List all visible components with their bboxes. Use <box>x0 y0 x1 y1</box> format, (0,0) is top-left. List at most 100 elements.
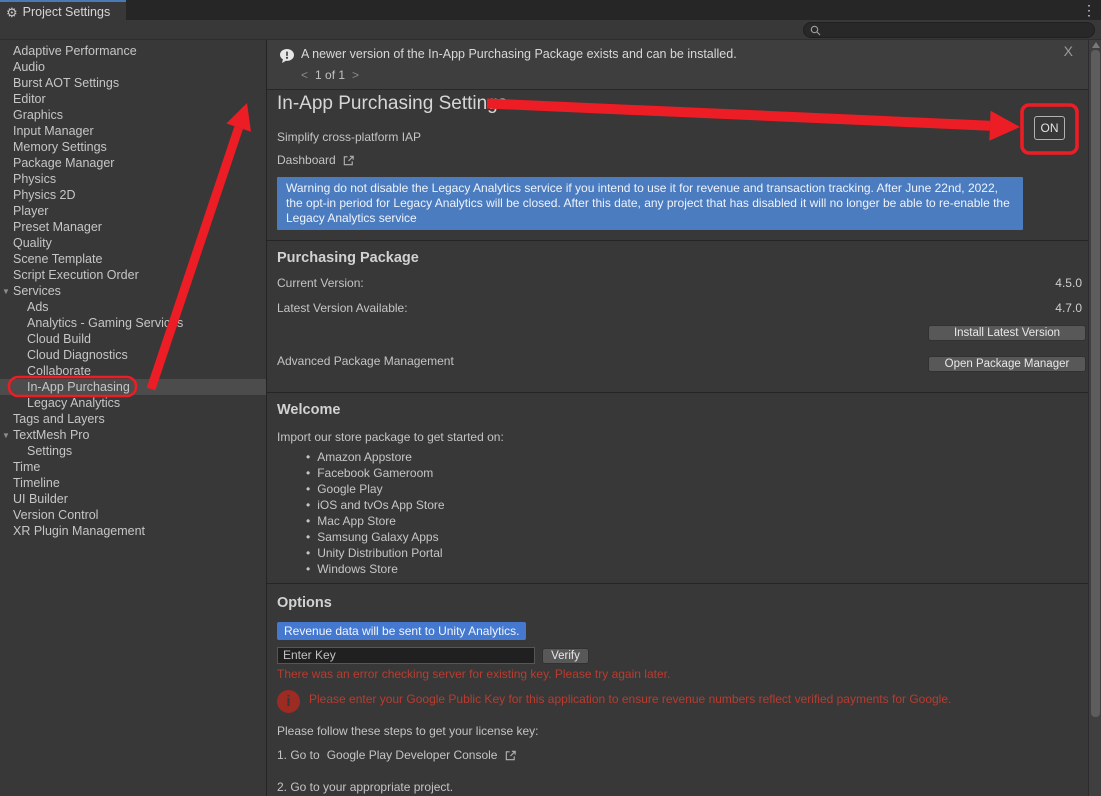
sidebar-item-label: Input Manager <box>13 124 94 138</box>
sidebar-item-textmesh-pro[interactable]: ▼TextMesh Pro <box>0 427 266 443</box>
sidebar-item-preset-manager[interactable]: Preset Manager <box>0 219 266 235</box>
google-public-key-note: Please enter your Google Public Key for … <box>309 692 951 706</box>
store-name: Facebook Gameroom <box>317 466 433 480</box>
settings-panel: A newer version of the In-App Purchasing… <box>267 40 1088 796</box>
close-icon[interactable]: X <box>1064 43 1073 59</box>
sidebar-item-label: Services <box>13 284 61 298</box>
sidebar-item-time[interactable]: Time <box>0 459 266 475</box>
bullet-icon: • <box>306 546 310 560</box>
sidebar-item-xr-plugin-management[interactable]: XR Plugin Management <box>0 523 266 539</box>
bullet-icon: • <box>306 450 310 464</box>
sidebar-item-memory-settings[interactable]: Memory Settings <box>0 139 266 155</box>
sidebar-item-collaborate[interactable]: Collaborate <box>0 363 266 379</box>
vertical-scrollbar[interactable] <box>1088 40 1101 796</box>
search-box[interactable] <box>803 22 1095 38</box>
bullet-icon: • <box>306 530 310 544</box>
sidebar-item-physics-2d[interactable]: Physics 2D <box>0 187 266 203</box>
titlebar: ⚙ Project Settings ⋮ <box>0 0 1101 20</box>
sidebar-item-editor[interactable]: Editor <box>0 91 266 107</box>
legacy-analytics-warning: Warning do not disable the Legacy Analyt… <box>277 177 1023 230</box>
dashboard-link[interactable]: Dashboard <box>277 153 355 167</box>
sidebar: Adaptive Performance Audio Burst AOT Setti… <box>0 40 267 796</box>
sidebar-item-label: Analytics - Gaming Services <box>27 316 183 330</box>
sidebar-item-label: Cloud Build <box>27 332 91 346</box>
store-name: Unity Distribution Portal <box>317 546 442 560</box>
sidebar-item-input-manager[interactable]: Input Manager <box>0 123 266 139</box>
bullet-icon: • <box>306 514 310 528</box>
sidebar-item-label: Memory Settings <box>13 140 107 154</box>
sidebar-item-legacy-analytics[interactable]: Legacy Analytics <box>0 395 266 411</box>
iap-enabled-toggle[interactable]: ON <box>1034 116 1065 140</box>
store-list-item: •Amazon Appstore <box>267 449 1088 465</box>
sidebar-item-scene-template[interactable]: Scene Template <box>0 251 266 267</box>
enter-key-input[interactable]: Enter Key <box>277 647 535 664</box>
sidebar-item-player[interactable]: Player <box>0 203 266 219</box>
store-list-item: •Samsung Galaxy Apps <box>267 529 1088 545</box>
error-info-icon: i <box>277 690 300 713</box>
google-play-console-link[interactable]: Google Play Developer Console <box>327 748 498 762</box>
purchasing-package-heading: Purchasing Package <box>277 250 419 266</box>
sidebar-item-label: UI Builder <box>13 492 68 506</box>
sidebar-item-label: Script Execution Order <box>13 268 139 282</box>
sidebar-item-audio[interactable]: Audio <box>0 59 266 75</box>
sidebar-item-in-app-purchasing[interactable]: In-App Purchasing <box>0 379 266 395</box>
sidebar-item-label: XR Plugin Management <box>13 524 145 538</box>
sidebar-item-graphics[interactable]: Graphics <box>0 107 266 123</box>
scrollbar-thumb[interactable] <box>1091 50 1100 717</box>
store-list-item: •Mac App Store <box>267 513 1088 529</box>
sidebar-item-cloud-build[interactable]: Cloud Build <box>0 331 266 347</box>
sidebar-item-version-control[interactable]: Version Control <box>0 507 266 523</box>
alert-bubble-icon <box>279 48 295 64</box>
kebab-menu-icon[interactable]: ⋮ <box>1082 2 1096 19</box>
sidebar-item-label: Adaptive Performance <box>13 44 137 58</box>
store-list-item: •Google Play <box>267 481 1088 497</box>
install-latest-version-button[interactable]: Install Latest Version <box>928 325 1086 341</box>
sidebar-item-analytics-gaming-services[interactable]: Analytics - Gaming Services <box>0 315 266 331</box>
sidebar-item-tags-and-layers[interactable]: Tags and Layers <box>0 411 266 427</box>
bullet-icon: • <box>306 562 310 576</box>
open-package-manager-button[interactable]: Open Package Manager <box>928 356 1086 372</box>
sidebar-item-services[interactable]: ▼Services <box>0 283 266 299</box>
sidebar-item-timeline[interactable]: Timeline <box>0 475 266 491</box>
step-1: 1. Go to Google Play Developer Console <box>277 748 517 762</box>
pager-prev-icon[interactable]: < <box>301 68 308 82</box>
scroll-up-icon[interactable] <box>1092 42 1100 48</box>
sidebar-item-package-manager[interactable]: Package Manager <box>0 155 266 171</box>
step-2: 2. Go to your appropriate project. <box>277 780 453 794</box>
verify-button[interactable]: Verify <box>542 648 589 664</box>
foldout-icon[interactable]: ▼ <box>2 284 10 300</box>
tab-project-settings[interactable]: ⚙ Project Settings <box>0 0 126 20</box>
sidebar-item-adaptive-performance[interactable]: Adaptive Performance <box>0 43 266 59</box>
divider <box>267 583 1088 584</box>
sidebar-item-label: Scene Template <box>13 252 102 266</box>
sidebar-item-cloud-diagnostics[interactable]: Cloud Diagnostics <box>0 347 266 363</box>
sidebar-item-label: Version Control <box>13 508 98 522</box>
current-version-value: 4.5.0 <box>1055 276 1082 290</box>
sidebar-item-script-execution-order[interactable]: Script Execution Order <box>0 267 266 283</box>
latest-version-label: Latest Version Available: <box>277 301 408 315</box>
sidebar-item-label: Editor <box>13 92 46 106</box>
sidebar-item-ads[interactable]: Ads <box>0 299 266 315</box>
sidebar-item-label: Graphics <box>13 108 63 122</box>
sidebar-item-label: Burst AOT Settings <box>13 76 119 90</box>
sidebar-item-label: Legacy Analytics <box>27 396 120 410</box>
pager-next-icon[interactable]: > <box>352 68 359 82</box>
options-heading: Options <box>277 595 332 611</box>
sidebar-item-settings[interactable]: Settings <box>0 443 266 459</box>
sidebar-item-label: Settings <box>27 444 72 458</box>
key-check-error: There was an error checking server for e… <box>277 667 670 681</box>
search-icon <box>810 25 821 36</box>
sidebar-item-label: Audio <box>13 60 45 74</box>
notification-bar: A newer version of the In-App Purchasing… <box>267 40 1088 90</box>
sidebar-item-burst-aot-settings[interactable]: Burst AOT Settings <box>0 75 266 91</box>
store-list-item: • Unity Distribution Portal <box>267 545 1088 561</box>
step-1-prefix: 1. Go to <box>277 748 320 762</box>
search-input[interactable] <box>821 24 1071 36</box>
sidebar-item-quality[interactable]: Quality <box>0 235 266 251</box>
sidebar-item-label: Package Manager <box>13 156 114 170</box>
sidebar-item-ui-builder[interactable]: UI Builder <box>0 491 266 507</box>
sidebar-item-label: Cloud Diagnostics <box>27 348 128 362</box>
sidebar-item-physics[interactable]: Physics <box>0 171 266 187</box>
sidebar-item-label: Time <box>13 460 40 474</box>
foldout-icon[interactable]: ▼ <box>2 428 10 444</box>
